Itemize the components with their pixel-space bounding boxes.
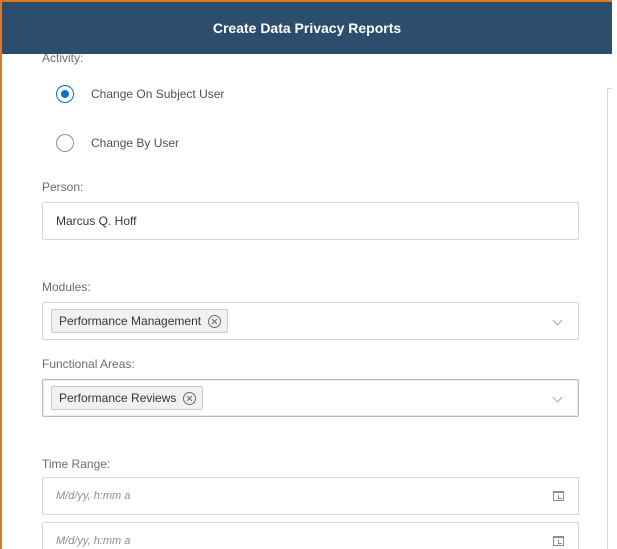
dialog: Create Data Privacy Reports Activity: Ch… [0,0,612,549]
time-range-from-field[interactable]: M/d/yy, h:mm a [42,477,579,515]
token-text: Performance Reviews [59,391,177,405]
dialog-title: Create Data Privacy Reports [212,20,402,36]
radio-change-by-user[interactable]: Change By User [56,134,179,152]
calendar-icon[interactable] [553,491,564,501]
background-panel [607,88,612,549]
radio-change-on-subject-user[interactable]: Change On Subject User [56,85,224,103]
modules-label: Modules: [42,280,91,294]
radio-selected-icon[interactable] [56,85,74,103]
radio-label: Change On Subject User [91,87,225,101]
radio-unselected-icon[interactable] [56,134,74,152]
person-label: Person: [42,180,84,194]
activity-label: Activity: [42,54,84,65]
calendar-icon[interactable] [553,536,564,546]
token-text: Performance Management [59,314,202,328]
person-value: Marcus Q. Hoff [56,214,137,228]
functional-area-token: Performance Reviews [51,386,204,410]
functional-areas-multicombobox[interactable]: Performance Reviews [42,379,579,417]
modules-multicombobox[interactable]: Performance Management [42,302,579,340]
token-remove-icon[interactable] [208,314,222,328]
functional-areas-label: Functional Areas: [42,357,135,371]
chevron-down-icon[interactable] [552,392,563,403]
token-remove-icon[interactable] [183,391,197,405]
chevron-down-icon[interactable] [552,315,563,326]
to-placeholder: M/d/yy, h:mm a [56,535,131,547]
time-range-label: Time Range: [42,457,111,471]
from-placeholder: M/d/yy, h:mm a [56,490,131,502]
radio-label: Change By User [91,136,180,150]
time-range-to-field[interactable]: M/d/yy, h:mm a [42,522,579,549]
dialog-header: Create Data Privacy Reports [2,2,612,54]
module-token: Performance Management [51,309,229,333]
person-field[interactable]: Marcus Q. Hoff [42,202,579,240]
